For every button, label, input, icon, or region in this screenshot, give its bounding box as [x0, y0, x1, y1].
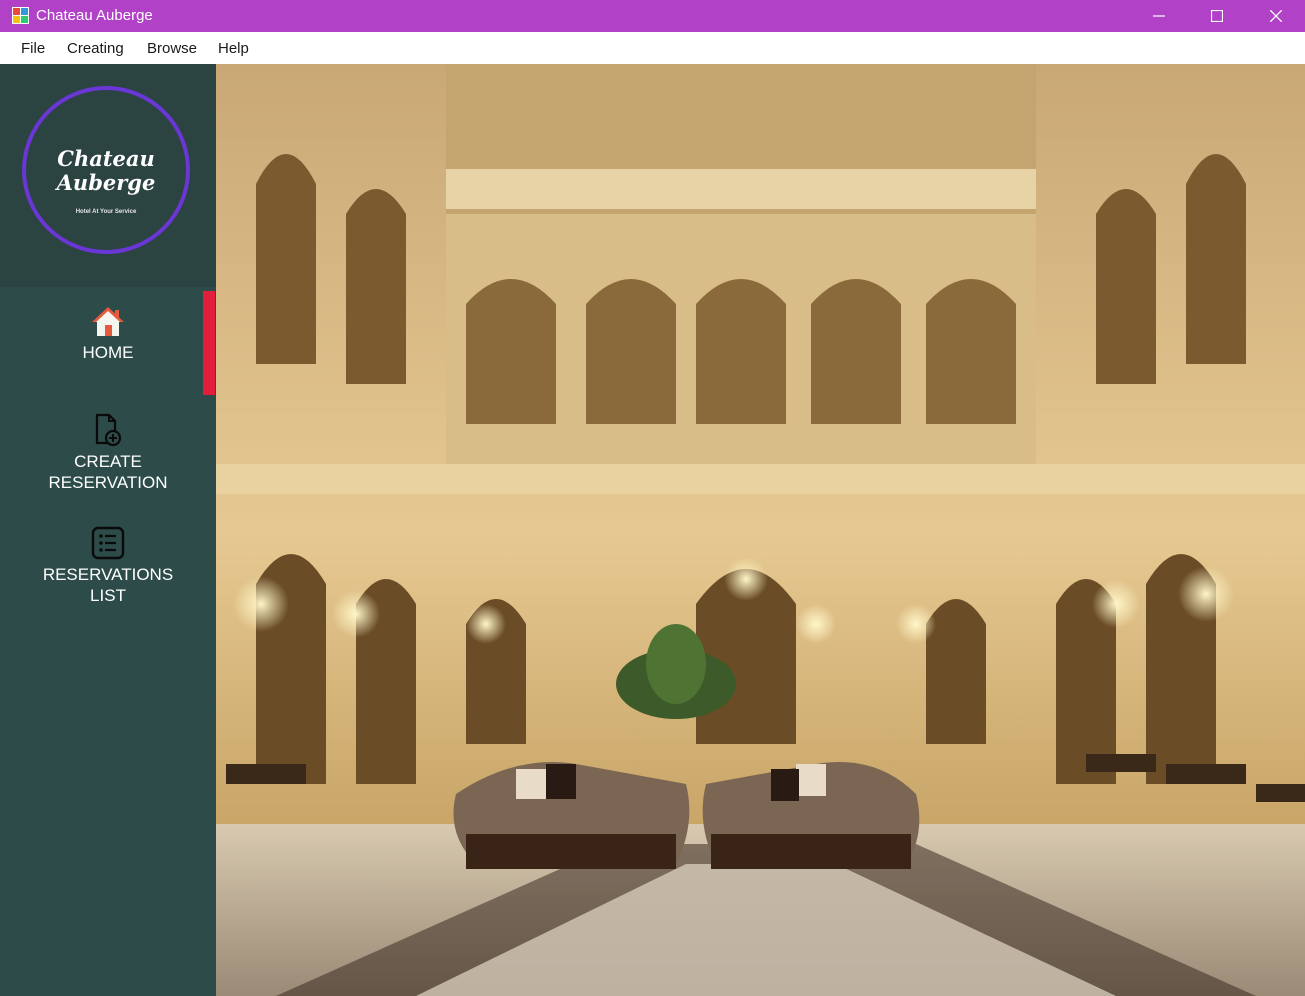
menu-help[interactable]: Help	[218, 40, 249, 57]
nav-home-label: HOME	[82, 343, 134, 362]
title-bar: Chateau Auberge	[0, 0, 1305, 32]
list-icon	[91, 526, 125, 560]
maximize-button[interactable]	[1188, 0, 1246, 32]
sidebar: Chateau Auberge Hotel At Your Service HO…	[0, 64, 216, 996]
menu-bar: File Creating Browse Help	[0, 32, 1305, 65]
logo-title-line1: Chateau	[57, 146, 155, 171]
nav-home[interactable]: HOME	[0, 306, 216, 363]
menu-file[interactable]: File	[21, 40, 45, 57]
nav-list-label-line1: RESERVATIONS	[42, 565, 174, 584]
nav-create-label-line1: CREATE	[74, 452, 142, 471]
window-title: Chateau Auberge	[36, 7, 153, 24]
logo-title-line2: Auberge	[56, 170, 156, 195]
menu-browse[interactable]: Browse	[147, 40, 197, 57]
close-icon	[1270, 10, 1282, 22]
logo-tagline: Hotel At Your Service	[75, 209, 137, 215]
close-button[interactable]	[1247, 0, 1305, 32]
minimize-button[interactable]	[1130, 0, 1188, 32]
hotel-lobby-illustration	[216, 64, 1305, 996]
app-icon	[12, 7, 29, 24]
home-icon	[92, 307, 124, 336]
nav-list-label-line2: LIST	[90, 586, 126, 605]
hero-image	[216, 64, 1305, 996]
logo-area: Chateau Auberge Hotel At Your Service	[0, 64, 216, 287]
nav-reservations-list[interactable]: RESERVATIONS LIST	[0, 526, 216, 606]
nav-create-label-line2: RESERVATION	[48, 473, 168, 492]
minimize-icon	[1153, 15, 1165, 17]
maximize-icon	[1211, 10, 1223, 22]
menu-creating[interactable]: Creating	[67, 40, 124, 57]
file-add-icon	[95, 413, 122, 447]
nav-create-reservation[interactable]: CREATE RESERVATION	[0, 413, 216, 493]
logo: Chateau Auberge Hotel At Your Service	[22, 86, 190, 254]
